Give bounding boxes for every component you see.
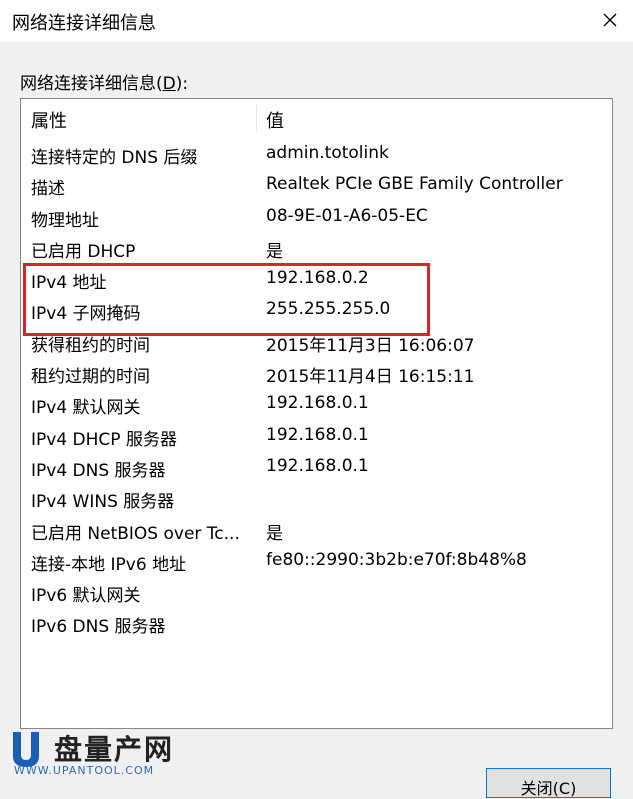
network-details-dialog: 网络连接详细信息 网络连接详细信息(D): 属性 值 连接特定的 DNS 后缀 a… — [0, 0, 633, 798]
listview-rows: 连接特定的 DNS 后缀 admin.totolink 描述 Realtek PCI… — [21, 139, 612, 640]
table-row[interactable]: IPv4 地址 192.168.0.2 — [21, 264, 612, 295]
value-cell: 192.168.0.1 — [266, 424, 369, 445]
value-cell: admin.totolink — [266, 143, 389, 163]
property-cell: 连接-本地 IPv6 地址 — [31, 554, 187, 575]
value-cell: 192.168.0.2 — [266, 268, 369, 289]
table-row[interactable]: 连接-本地 IPv6 地址 fe80::2990:3b2b:e70f:8b48%8 — [21, 546, 612, 577]
property-cell: 连接特定的 DNS 后缀 — [31, 148, 198, 168]
property-cell: IPv4 默认网关 — [31, 398, 141, 419]
value-cell: Realtek PCIe GBE Family Controller — [266, 174, 563, 195]
table-row[interactable]: IPv4 子网掩码 255.255.255.0 — [21, 295, 612, 326]
table-row[interactable]: 获得租约的时间 2015年11月3日 16:06:07 — [21, 327, 612, 358]
table-row[interactable]: IPv6 DNS 服务器 — [21, 608, 612, 639]
property-cell: IPv4 子网掩码 — [31, 304, 141, 325]
watermark-brand: 盘量产网 — [54, 733, 175, 766]
value-cell: 2015年11月4日 16:15:11 — [266, 367, 475, 388]
property-cell: IPv4 DNS 服务器 — [31, 460, 166, 481]
property-cell: 已启用 DHCP — [31, 241, 136, 262]
property-cell: IPv6 默认网关 — [31, 586, 141, 607]
table-row[interactable]: IPv6 默认网关 — [21, 577, 612, 608]
property-cell: IPv6 DNS 服务器 — [31, 617, 166, 638]
table-row[interactable]: IPv4 WINS 服务器 — [21, 483, 612, 514]
watermark-logo: 盘量产网 WWW.UPANTOOL.COM — [10, 728, 180, 778]
table-row[interactable]: IPv4 默认网关 192.168.0.1 — [21, 389, 612, 420]
value-cell: 255.255.255.0 — [266, 299, 391, 320]
value-cell: 192.168.0.1 — [266, 393, 369, 414]
window-title: 网络连接详细信息 — [12, 13, 156, 34]
table-row[interactable]: 已启用 NetBIOS over Tc... 是 — [21, 515, 612, 546]
property-cell: IPv4 DHCP 服务器 — [31, 429, 177, 450]
details-listview[interactable]: 属性 值 连接特定的 DNS 后缀 admin.totolink 描述 Realte… — [20, 98, 613, 729]
table-row[interactable]: 连接特定的 DNS 后缀 admin.totolink — [21, 139, 612, 170]
close-icon — [603, 13, 617, 27]
table-row[interactable]: 物理地址 08-9E-01-A6-05-EC — [21, 202, 612, 233]
property-cell: IPv4 地址 — [31, 273, 107, 294]
column-header-property[interactable]: 属性 — [31, 107, 67, 133]
watermark-url: WWW.UPANTOOL.COM — [14, 764, 155, 777]
close-button[interactable]: 关闭(C) — [486, 768, 611, 798]
table-row[interactable]: 租约过期的时间 2015年11月4日 16:15:11 — [21, 358, 612, 389]
table-row[interactable]: IPv4 DNS 服务器 192.168.0.1 — [21, 452, 612, 483]
table-row[interactable]: 描述 Realtek PCIe GBE Family Controller — [21, 170, 612, 201]
property-cell: 租约过期的时间 — [31, 367, 150, 388]
column-divider[interactable] — [256, 105, 257, 131]
property-cell: 描述 — [31, 179, 65, 200]
title-bar: 网络连接详细信息 — [0, 0, 633, 42]
table-row[interactable]: 已启用 DHCP 是 — [21, 233, 612, 264]
close-button-label: 关闭(C) — [520, 779, 577, 798]
value-cell: 是 — [266, 523, 283, 544]
close-window-button[interactable] — [587, 0, 633, 40]
value-cell: 2015年11月3日 16:06:07 — [266, 335, 475, 356]
value-cell: fe80::2990:3b2b:e70f:8b48%8 — [266, 549, 527, 570]
column-header-value[interactable]: 值 — [266, 107, 284, 133]
property-cell: IPv4 WINS 服务器 — [31, 492, 175, 513]
property-cell: 获得租约的时间 — [31, 335, 150, 356]
value-cell: 192.168.0.1 — [266, 455, 369, 476]
property-cell: 已启用 NetBIOS over Tc... — [31, 523, 240, 544]
table-row[interactable]: IPv4 DHCP 服务器 192.168.0.1 — [21, 421, 612, 452]
value-cell: 08-9E-01-A6-05-EC — [266, 205, 428, 226]
value-cell: 是 — [266, 241, 283, 262]
listview-header: 属性 值 — [21, 99, 612, 137]
property-cell: 物理地址 — [31, 210, 99, 231]
details-list-label: 网络连接详细信息(D): — [20, 74, 189, 94]
